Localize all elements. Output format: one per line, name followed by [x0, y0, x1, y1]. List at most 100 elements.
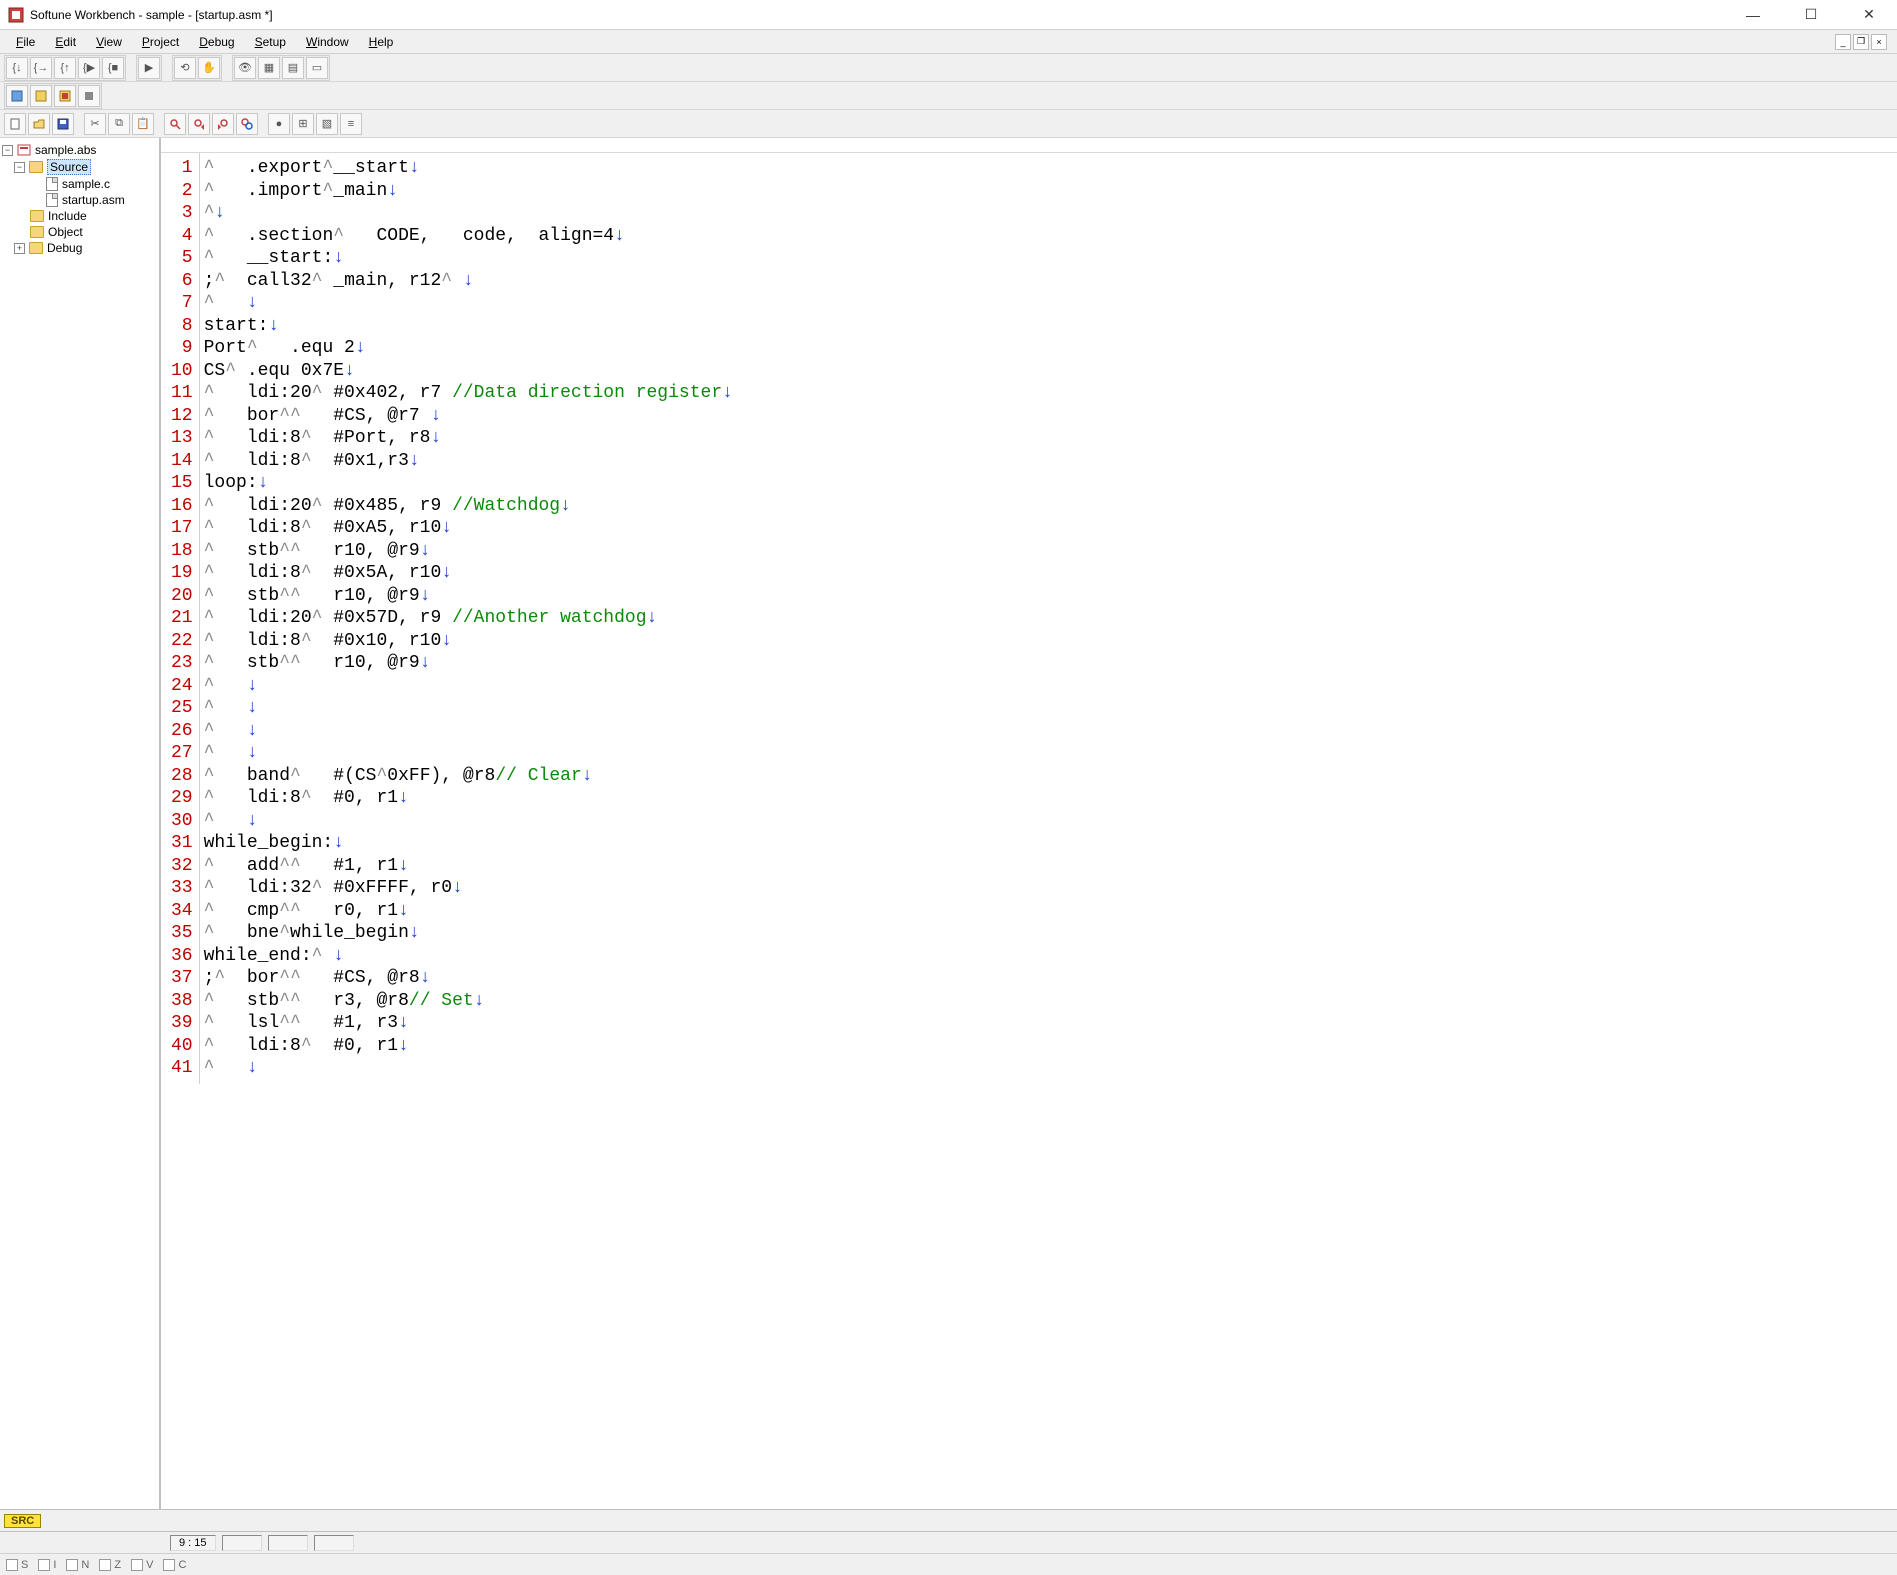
replace-icon[interactable] [236, 113, 258, 135]
code-line[interactable]: ^ band^ #(CS^0xFF), @r8// Clear↓ [204, 765, 733, 788]
code-line[interactable]: ^ ldi:8^ #Port, r8↓ [204, 427, 733, 450]
code-line[interactable]: ^ ↓ [204, 697, 733, 720]
tree-debug-folder[interactable]: + Debug [2, 240, 157, 256]
mdi-restore-button[interactable]: ❐ [1853, 34, 1869, 50]
menu-edit[interactable]: Edit [45, 33, 86, 51]
close-button[interactable]: ✕ [1849, 1, 1889, 29]
code-line[interactable]: ^ lsl^^ #1, r3↓ [204, 1012, 733, 1035]
code-line[interactable]: ^ .import^_main↓ [204, 180, 733, 203]
checkbox-icon[interactable] [131, 1559, 143, 1571]
code-line[interactable]: ;^ call32^ _main, r12^ ↓ [204, 270, 733, 293]
make-icon[interactable] [30, 85, 52, 107]
code-line[interactable]: ;^ bor^^ #CS, @r8↓ [204, 967, 733, 990]
code-line[interactable]: ^ ldi:8^ #0, r1↓ [204, 1035, 733, 1058]
expander-icon[interactable]: − [14, 162, 25, 173]
code-editor[interactable]: 1234567891011121314151617181920212223242… [161, 153, 1897, 1084]
code-line[interactable]: loop:↓ [204, 472, 733, 495]
compile-icon[interactable] [6, 85, 28, 107]
open-file-icon[interactable] [28, 113, 50, 135]
paste-icon[interactable]: 📋 [132, 113, 154, 135]
code-line[interactable]: while_end:^ ↓ [204, 945, 733, 968]
expander-icon[interactable]: − [2, 145, 13, 156]
code-line[interactable]: ^ bne^while_begin↓ [204, 922, 733, 945]
code-line[interactable]: Port^ .equ 2↓ [204, 337, 733, 360]
tree-root[interactable]: − sample.abs [2, 142, 157, 158]
code-line[interactable]: ^ ↓ [204, 292, 733, 315]
register-icon[interactable]: ▤ [282, 57, 304, 79]
code-content[interactable]: ^ .export^__start↓^ .import^_main↓^↓^ .s… [200, 153, 733, 1084]
build-icon[interactable] [54, 85, 76, 107]
window-cascade-icon[interactable]: ▧ [316, 113, 338, 135]
stop-build-icon[interactable] [78, 85, 100, 107]
checkbox-icon[interactable] [99, 1559, 111, 1571]
step-out-icon[interactable]: {↑ [54, 57, 76, 79]
break-icon[interactable]: ✋ [198, 57, 220, 79]
memory-icon[interactable]: ▦ [258, 57, 280, 79]
step-over-icon[interactable]: {→ [30, 57, 52, 79]
mdi-close-button[interactable]: × [1871, 34, 1887, 50]
code-line[interactable]: ^ ldi:8^ #0, r1↓ [204, 787, 733, 810]
checkbox-icon[interactable] [66, 1559, 78, 1571]
stop-icon[interactable]: {■ [102, 57, 124, 79]
project-tree[interactable]: − sample.abs − Source sample.c startup.a… [0, 138, 160, 1509]
code-line[interactable]: ^ .section^ CODE, code, align=4↓ [204, 225, 733, 248]
tree-file-startup-asm[interactable]: startup.asm [2, 192, 157, 208]
menu-project[interactable]: Project [132, 33, 189, 51]
reset-icon[interactable]: ⟲ [174, 57, 196, 79]
code-line[interactable]: ^ ↓ [204, 810, 733, 833]
code-line[interactable]: ^ ldi:8^ #0x5A, r10↓ [204, 562, 733, 585]
code-line[interactable]: ^ ldi:8^ #0x1,r3↓ [204, 450, 733, 473]
menu-view[interactable]: View [86, 33, 132, 51]
continue-icon[interactable]: ▶ [138, 57, 160, 79]
checkbox-icon[interactable] [38, 1559, 50, 1571]
menu-window[interactable]: Window [296, 33, 359, 51]
code-line[interactable]: ^ stb^^ r10, @r9↓ [204, 652, 733, 675]
menu-setup[interactable]: Setup [245, 33, 296, 51]
editor-scroll[interactable]: 1234567891011121314151617181920212223242… [161, 153, 1897, 1509]
code-line[interactable]: ^ add^^ #1, r1↓ [204, 855, 733, 878]
new-file-icon[interactable] [4, 113, 26, 135]
code-line[interactable]: ^ stb^^ r10, @r9↓ [204, 585, 733, 608]
code-line[interactable]: ^ ldi:8^ #0x10, r10↓ [204, 630, 733, 653]
watch-icon[interactable]: 👁 [234, 57, 256, 79]
code-line[interactable]: ^ .export^__start↓ [204, 157, 733, 180]
window-tile-icon[interactable]: ⊞ [292, 113, 314, 135]
copy-icon[interactable]: ⧉ [108, 113, 130, 135]
window-list-icon[interactable]: ≡ [340, 113, 362, 135]
code-line[interactable]: ^ bor^^ #CS, @r7 ↓ [204, 405, 733, 428]
code-line[interactable]: ^ stb^^ r3, @r8// Set↓ [204, 990, 733, 1013]
code-line[interactable]: CS^ .equ 0x7E↓ [204, 360, 733, 383]
tree-object-folder[interactable]: Object [2, 224, 157, 240]
tree-include-folder[interactable]: Include [2, 208, 157, 224]
tree-source-folder[interactable]: − Source [2, 158, 157, 176]
step-into-icon[interactable]: {↓ [6, 57, 28, 79]
checkbox-icon[interactable] [6, 1559, 18, 1571]
expander-icon[interactable]: + [14, 243, 25, 254]
find-next-icon[interactable] [188, 113, 210, 135]
code-line[interactable]: while_begin:↓ [204, 832, 733, 855]
save-file-icon[interactable] [52, 113, 74, 135]
output-icon[interactable]: ▭ [306, 57, 328, 79]
code-line[interactable]: ^ ldi:20^ #0x485, r9 //Watchdog↓ [204, 495, 733, 518]
menu-file[interactable]: File [6, 33, 45, 51]
code-line[interactable]: ^ ↓ [204, 742, 733, 765]
menu-help[interactable]: Help [359, 33, 404, 51]
toggle-breakpoint-icon[interactable]: ● [268, 113, 290, 135]
code-line[interactable]: ^ stb^^ r10, @r9↓ [204, 540, 733, 563]
code-line[interactable]: ^ __start:↓ [204, 247, 733, 270]
cut-icon[interactable]: ✂ [84, 113, 106, 135]
code-line[interactable]: ^ ↓ [204, 1057, 733, 1080]
code-line[interactable]: ^ cmp^^ r0, r1↓ [204, 900, 733, 923]
maximize-button[interactable]: ☐ [1791, 1, 1831, 29]
code-line[interactable]: ^ ldi:20^ #0x57D, r9 //Another watchdog↓ [204, 607, 733, 630]
mdi-minimize-button[interactable]: _ [1835, 34, 1851, 50]
code-line[interactable]: ^ ldi:8^ #0xA5, r10↓ [204, 517, 733, 540]
minimize-button[interactable]: — [1733, 1, 1773, 29]
code-line[interactable]: ^↓ [204, 202, 733, 225]
code-line[interactable]: start:↓ [204, 315, 733, 338]
code-line[interactable]: ^ ↓ [204, 720, 733, 743]
checkbox-icon[interactable] [163, 1559, 175, 1571]
find-icon[interactable] [164, 113, 186, 135]
run-to-icon[interactable]: {▶ [78, 57, 100, 79]
code-line[interactable]: ^ ldi:20^ #0x402, r7 //Data direction re… [204, 382, 733, 405]
